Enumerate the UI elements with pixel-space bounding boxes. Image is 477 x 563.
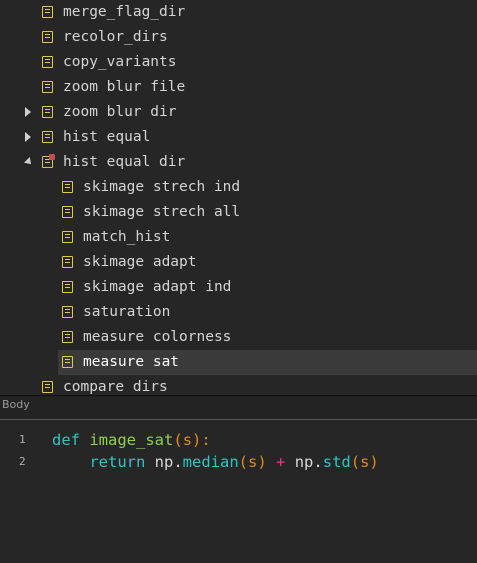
body-pane-title: Body xyxy=(2,398,30,411)
code-token: . xyxy=(313,453,323,471)
tree-node-label: merge_flag_dir xyxy=(63,4,186,20)
tree-node-label: hist equal dir xyxy=(63,154,186,170)
node-icon xyxy=(62,231,73,243)
tree-node-label: skimage strech all xyxy=(83,204,241,220)
collapsed-triangle-icon[interactable] xyxy=(25,107,31,117)
node-icon xyxy=(42,31,53,43)
node-icon xyxy=(62,281,73,293)
clone-mark-icon xyxy=(49,154,55,160)
code-token: return xyxy=(89,453,146,471)
tree-node[interactable]: saturation xyxy=(0,300,477,325)
code-line[interactable]: 2 return np.median(s) + np.std(s) xyxy=(0,451,477,473)
line-number: 2 xyxy=(19,455,26,468)
tree-node-label: skimage strech ind xyxy=(83,179,241,195)
tree-node[interactable]: measure colorness xyxy=(0,325,477,350)
code-token: ): xyxy=(192,431,211,449)
tree-node[interactable]: hist equal xyxy=(0,125,477,150)
tree-node[interactable]: measure sat xyxy=(0,350,477,375)
code-token: . xyxy=(173,453,183,471)
tree-node-label: skimage adapt ind xyxy=(83,279,232,295)
tree-node[interactable]: zoom blur file xyxy=(0,75,477,100)
code-token: ) xyxy=(257,453,267,471)
code-text: return np.median(s) + np.std(s) xyxy=(52,451,379,473)
tree-node[interactable]: zoom blur dir xyxy=(0,100,477,125)
node-icon xyxy=(62,356,73,368)
expanded-triangle-icon[interactable] xyxy=(24,157,34,167)
code-token: np xyxy=(285,453,314,471)
tree-node-label: match_hist xyxy=(83,229,171,245)
node-icon xyxy=(62,331,73,343)
code-token: ( xyxy=(350,453,361,471)
code-token: median xyxy=(182,453,239,471)
node-icon xyxy=(62,206,73,218)
tree-node[interactable]: merge_flag_dir xyxy=(0,0,477,25)
code-token: s xyxy=(248,453,258,471)
node-icon xyxy=(62,306,73,318)
tree-node[interactable]: skimage strech all xyxy=(0,200,477,225)
tree-node-label: recolor_dirs xyxy=(63,29,168,45)
tree-node-label: hist equal xyxy=(63,129,151,145)
node-icon xyxy=(62,256,73,268)
code-text: def image_sat(s): xyxy=(52,429,211,451)
code-token: std xyxy=(322,453,351,471)
tree-node[interactable]: hist equal dir xyxy=(0,150,477,175)
tree-node[interactable]: skimage adapt xyxy=(0,250,477,275)
clone-node-icon xyxy=(42,154,55,168)
tree-node-label: zoom blur dir xyxy=(63,104,177,120)
node-icon xyxy=(42,381,53,393)
code-token: s xyxy=(182,431,193,449)
code-token: def xyxy=(52,431,80,449)
tree-node-label: measure sat xyxy=(83,354,180,370)
code-token: ( xyxy=(173,431,183,449)
tree-node-label: saturation xyxy=(83,304,171,320)
node-icon xyxy=(42,56,53,68)
code-token: ) xyxy=(369,453,379,471)
tree-node[interactable]: skimage adapt ind xyxy=(0,275,477,300)
tree-node[interactable]: skimage strech ind xyxy=(0,175,477,200)
tree-node[interactable]: recolor_dirs xyxy=(0,25,477,50)
tree-node-label: skimage adapt xyxy=(83,254,197,270)
code-line[interactable]: 1 def image_sat(s): xyxy=(0,429,477,451)
tree-node[interactable]: copy_variants xyxy=(0,50,477,75)
node-icon xyxy=(42,6,53,18)
line-number: 1 xyxy=(19,433,26,446)
tree-node-label: zoom blur file xyxy=(63,79,186,95)
tree-node[interactable]: match_hist xyxy=(0,225,477,250)
code-token: np xyxy=(145,453,174,471)
node-icon xyxy=(42,131,53,143)
node-icon xyxy=(42,106,53,118)
collapsed-triangle-icon[interactable] xyxy=(25,132,31,142)
node-icon xyxy=(42,81,53,93)
outline-tree: merge_flag_dir recolor_dirs copy_variantsz… xyxy=(0,0,477,397)
tree-node-label: copy_variants xyxy=(63,54,177,70)
tree-node[interactable]: compare dirs xyxy=(0,375,477,397)
code-token: image_sat xyxy=(89,431,174,449)
body-pane-header: Body xyxy=(0,396,477,420)
code-token: ( xyxy=(238,453,249,471)
node-icon xyxy=(62,181,73,193)
tree-node-label: measure colorness xyxy=(83,329,232,345)
code-token: + xyxy=(276,453,286,471)
code-editor[interactable]: 1 def image_sat(s): 2 return np.median(s) … xyxy=(0,420,477,563)
